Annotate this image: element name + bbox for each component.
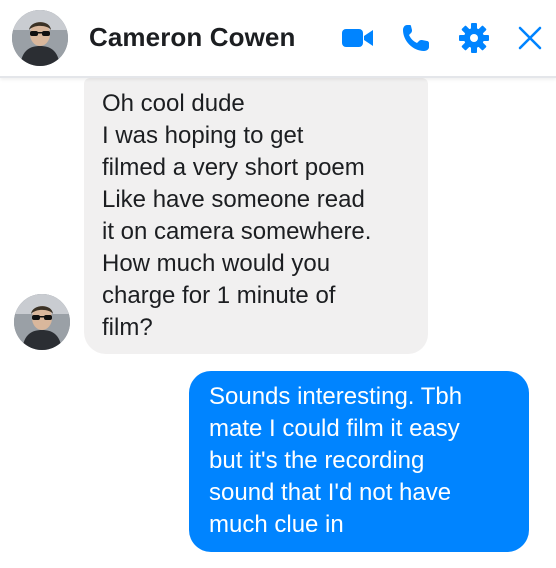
sender-avatar[interactable] bbox=[14, 294, 70, 350]
avatar-photo bbox=[14, 294, 70, 350]
message-line: but it's the recording bbox=[209, 447, 425, 474]
message-line: mate I could film it easy bbox=[209, 415, 460, 442]
message-line: Oh cool dude bbox=[102, 90, 245, 117]
video-call-button[interactable] bbox=[340, 20, 376, 56]
avatar-photo bbox=[12, 10, 68, 66]
message-line: sound that I'd not have bbox=[209, 479, 452, 506]
outgoing-message-bubble[interactable]: Sounds interesting. Tbh mate I could fil… bbox=[189, 371, 529, 552]
close-button[interactable] bbox=[512, 20, 548, 56]
message-list[interactable]: Oh cool dude I was hoping to get filmed … bbox=[0, 78, 556, 568]
message-line: I was hoping to get bbox=[102, 122, 304, 149]
settings-button[interactable] bbox=[456, 20, 492, 56]
gear-icon bbox=[459, 23, 489, 53]
close-icon bbox=[518, 26, 542, 50]
message-line: Like have someone read bbox=[102, 186, 365, 213]
chat-window: Cameron Cowen Oh cool dude I was hoping … bbox=[0, 0, 556, 568]
message-line: charge for 1 minute of bbox=[102, 282, 336, 309]
voice-call-button[interactable] bbox=[398, 20, 434, 56]
message-line: it on camera somewhere. bbox=[102, 218, 372, 245]
avatar[interactable] bbox=[12, 10, 68, 66]
contact-name[interactable]: Cameron Cowen bbox=[89, 22, 295, 53]
message-line: film? bbox=[102, 314, 153, 341]
video-camera-icon bbox=[342, 29, 373, 47]
phone-icon bbox=[403, 25, 429, 51]
message-line: filmed a very short poem bbox=[102, 154, 365, 181]
message-line: Sounds interesting. Tbh bbox=[209, 383, 463, 410]
message-line: How much would you bbox=[102, 250, 331, 277]
incoming-message-bubble[interactable]: Oh cool dude I was hoping to get filmed … bbox=[84, 78, 428, 354]
message-line: much clue in bbox=[209, 511, 344, 538]
chat-header: Cameron Cowen bbox=[0, 0, 556, 78]
